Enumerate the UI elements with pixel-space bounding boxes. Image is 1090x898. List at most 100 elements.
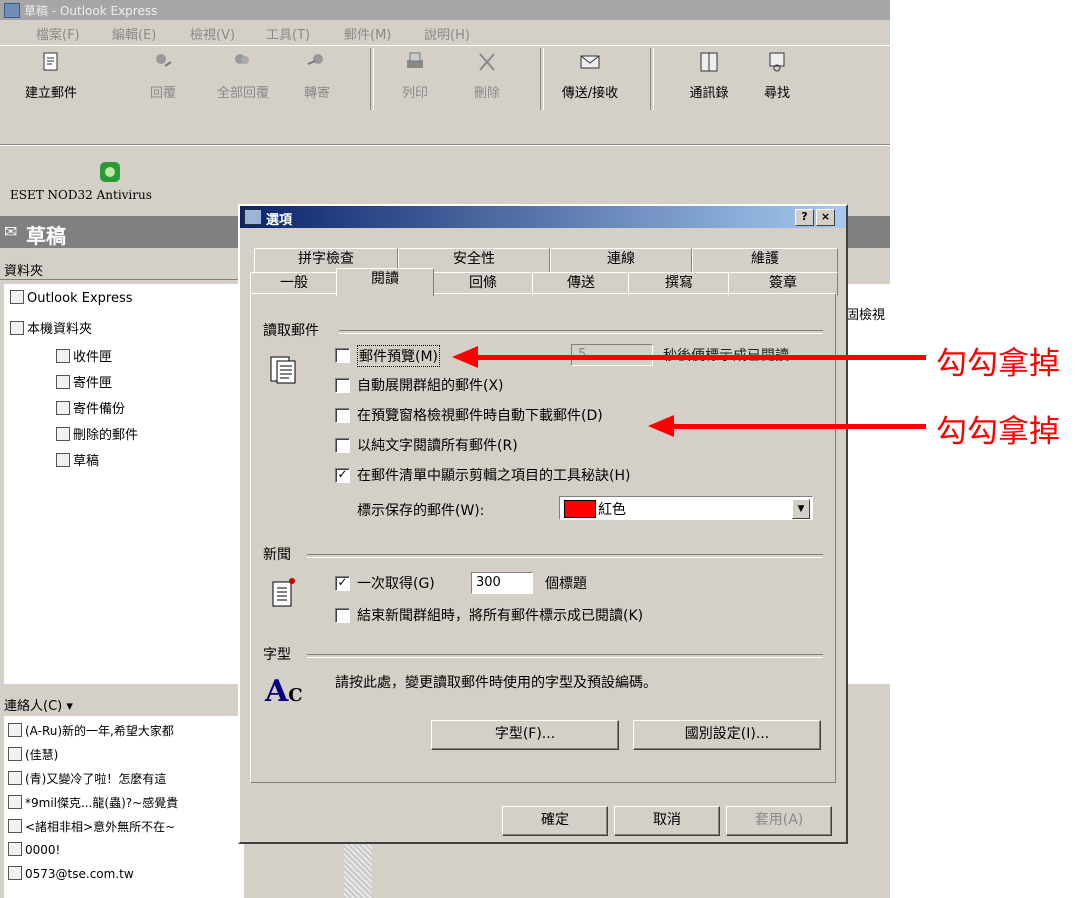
folders-label: 資料夾 xyxy=(0,256,240,280)
fetch-label: 一次取得(G) xyxy=(357,576,435,592)
reply-all-button[interactable]: 全部回覆 xyxy=(208,54,278,101)
tree-deleted[interactable]: 刪除的郵件 xyxy=(56,424,138,443)
delete-button[interactable]: 刪除 xyxy=(452,53,522,101)
inbox-icon xyxy=(56,349,70,363)
tree-outbox[interactable]: 寄件匣 xyxy=(56,372,112,391)
folder-header-title: 草稿 xyxy=(26,224,66,248)
news-icon xyxy=(272,578,295,607)
toolbar: 建立郵件 回覆 全部回覆 轉寄 列印 刪除 傳送/接收 通訊錄 尋找 xyxy=(0,48,890,152)
toolbar-separator xyxy=(650,48,654,110)
tree-inbox[interactable]: 收件匣 xyxy=(56,346,112,365)
annotation-uncheck-2: 勾勾拿掉 xyxy=(936,414,1060,450)
fonts-button[interactable]: 字型(F)... xyxy=(431,720,619,750)
close-button[interactable]: × xyxy=(816,209,835,226)
contact-item[interactable]: 0573@tse.com.tw xyxy=(8,866,134,881)
annotation-uncheck-1: 勾勾拿掉 xyxy=(936,346,1060,382)
fetch-count-field[interactable]: 300 xyxy=(471,572,533,594)
mark-color-select[interactable]: 紅色 ▼ xyxy=(559,496,813,520)
tooltip-checkbox[interactable]: ✓ xyxy=(335,468,350,483)
contact-icon xyxy=(8,842,22,856)
nod32-label: ESET NOD32 Antivirus xyxy=(10,188,152,202)
send-receive-button[interactable]: 傳送/接收 xyxy=(548,55,632,101)
contact-icon xyxy=(8,747,22,761)
plaintext-label: 以純文字閱讀所有郵件(R) xyxy=(357,438,518,454)
contact-item[interactable]: (青)又變冷了啦！怎麼有這 xyxy=(8,770,166,787)
reply-icon xyxy=(156,54,172,67)
dropdown-arrow-icon[interactable]: ▼ xyxy=(792,499,810,519)
contact-item[interactable]: (佳慧) xyxy=(8,746,58,763)
auto-download-checkbox[interactable] xyxy=(335,408,350,423)
tab-connection[interactable]: 連線 xyxy=(550,248,692,272)
title-bar: 草稿 - Outlook Express xyxy=(0,0,890,20)
apply-button[interactable]: 套用(A) xyxy=(726,806,832,836)
reply-all-label: 全部回覆 xyxy=(216,86,269,101)
address-book-label: 通訊錄 xyxy=(689,86,729,101)
fetch-checkbox[interactable]: ✓ xyxy=(335,576,350,591)
annotation-arrow xyxy=(476,355,926,360)
nod32-button[interactable]: ESET NOD32 Antivirus xyxy=(10,160,210,208)
outlook-app-icon xyxy=(4,3,20,18)
reply-button[interactable]: 回覆 xyxy=(128,54,198,101)
annotation-arrow-head xyxy=(648,415,674,437)
new-mail-button[interactable]: 建立郵件 xyxy=(16,52,86,101)
contact-item[interactable]: *9mil傑克...龍(蟲)?~感覺貴 xyxy=(8,794,178,811)
toolbar-divider xyxy=(0,144,890,146)
menu-view[interactable]: 檢視(V) xyxy=(190,24,235,43)
font-icon: AC xyxy=(265,674,303,709)
message-list-pane: 固檢視 xyxy=(846,284,890,684)
contact-item[interactable]: <諸相非相>意外無所不在~ xyxy=(8,818,175,835)
contacts-label[interactable]: 連絡人(C) ▾ xyxy=(4,692,240,714)
tree-local-folders[interactable]: 本機資料夾 xyxy=(10,318,92,337)
print-button[interactable]: 列印 xyxy=(380,52,450,101)
splitter[interactable] xyxy=(344,844,372,898)
draft-icon xyxy=(56,453,70,467)
mark-color-value: 紅色 xyxy=(598,502,626,518)
contact-icon xyxy=(8,819,22,833)
menu-message[interactable]: 郵件(M) xyxy=(344,24,391,43)
dialog-title: 選項 xyxy=(266,213,293,228)
annotation-arrow-head xyxy=(452,346,478,368)
contact-icon xyxy=(8,795,22,809)
preview-label: 郵件預覽(M) xyxy=(357,345,441,367)
font-section-title: 字型 xyxy=(263,647,291,663)
window-title: 草稿 - Outlook Express xyxy=(24,4,158,18)
cancel-button[interactable]: 取消 xyxy=(614,806,720,836)
new-mail-label: 建立郵件 xyxy=(24,86,77,101)
plaintext-checkbox[interactable] xyxy=(335,438,350,453)
ok-button[interactable]: 確定 xyxy=(502,806,608,836)
mark-read-checkbox[interactable] xyxy=(335,608,350,623)
tree-outlook-express[interactable]: Outlook Express xyxy=(10,290,133,306)
menu-edit[interactable]: 編輯(E) xyxy=(112,24,156,43)
contact-item[interactable]: 0000! xyxy=(8,842,60,857)
preview-checkbox[interactable] xyxy=(335,348,350,363)
international-button[interactable]: 國別設定(I)... xyxy=(633,720,821,750)
address-book-button[interactable]: 通訊錄 xyxy=(674,52,744,101)
forward-button[interactable]: 轉寄 xyxy=(282,54,352,101)
contact-item[interactable]: (A-Ru)新的一年,希望大家都 xyxy=(8,722,174,739)
section-rule xyxy=(307,554,823,558)
expand-checkbox[interactable] xyxy=(335,378,350,393)
section-rule xyxy=(339,330,823,334)
contact-icon xyxy=(8,771,22,785)
tab-maintenance[interactable]: 維護 xyxy=(692,248,838,272)
help-button[interactable]: ? xyxy=(795,209,814,226)
dialog-title-bar: 選項 ? × xyxy=(240,206,846,228)
tree-drafts[interactable]: 草稿 xyxy=(56,450,99,469)
menu-help[interactable]: 說明(H) xyxy=(424,24,470,43)
menu-file[interactable]: 檔案(F) xyxy=(36,24,80,43)
delete-icon xyxy=(479,53,495,71)
tab-read[interactable]: 閱讀 xyxy=(336,268,434,296)
toolbar-separator xyxy=(540,48,544,110)
find-button[interactable]: 尋找 xyxy=(742,52,812,101)
outlook-icon xyxy=(10,290,24,304)
section-rule xyxy=(307,654,823,658)
find-label: 尋找 xyxy=(763,86,790,101)
tree-sent[interactable]: 寄件備份 xyxy=(56,398,125,417)
print-icon xyxy=(407,52,423,68)
delete-label: 刪除 xyxy=(473,86,500,101)
menu-tools[interactable]: 工具(T) xyxy=(266,24,310,43)
toolbar-separator xyxy=(370,48,374,110)
forward-label: 轉寄 xyxy=(303,86,330,101)
fetch-unit-label: 個標題 xyxy=(545,576,587,592)
read-section-title: 讀取郵件 xyxy=(263,323,319,339)
